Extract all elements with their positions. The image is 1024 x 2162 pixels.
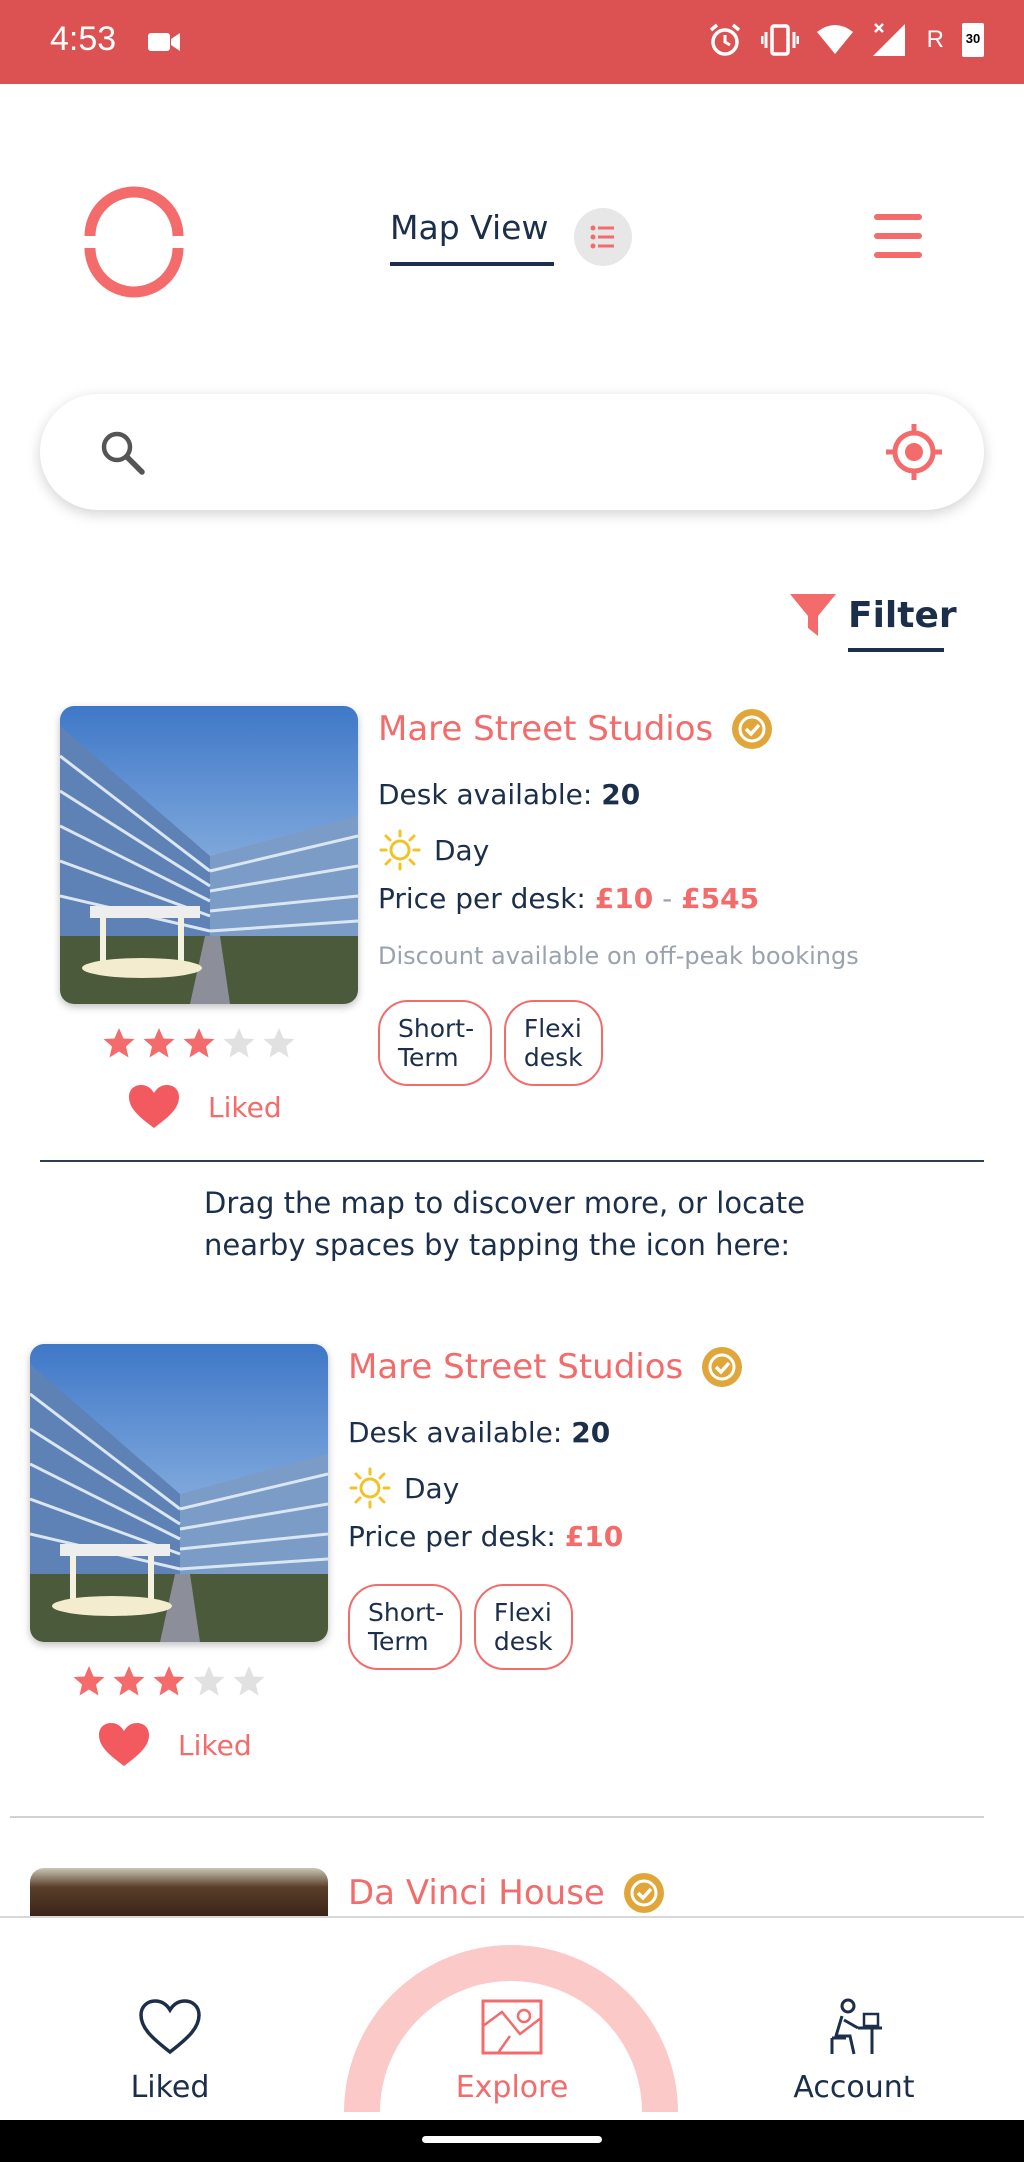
- listing-title[interactable]: Mare Street Studios: [378, 708, 773, 750]
- status-time: 4:53: [50, 20, 117, 58]
- star-icon: [113, 1666, 145, 1696]
- heart-outline-icon: [139, 1999, 201, 2055]
- signal-icon: [872, 23, 905, 56]
- nav-account[interactable]: Account: [754, 1998, 954, 2105]
- star-icon: [183, 1028, 215, 1058]
- star-icon: [143, 1028, 175, 1058]
- hamburger-menu-icon[interactable]: [874, 212, 924, 262]
- filter-underline: [848, 648, 944, 652]
- period-label: Day: [434, 833, 490, 867]
- sun-icon: [379, 829, 421, 871]
- price-row: Price per desk: £10: [348, 1520, 623, 1553]
- video-camera-icon: [148, 33, 180, 51]
- price-min: £10: [564, 1520, 624, 1553]
- list-view-toggle[interactable]: [574, 208, 632, 266]
- listing-photo[interactable]: [30, 1344, 328, 1642]
- desk-label: Desk available:: [348, 1416, 563, 1449]
- system-navigation-bar: [0, 2120, 1024, 2162]
- battery-level: 30: [965, 31, 981, 46]
- star-icon: [103, 1028, 135, 1058]
- desk-count: 20: [571, 1416, 611, 1449]
- discount-note: Discount available on off-peak bookings: [378, 942, 859, 970]
- tag-list: Short-Term Flexi desk: [348, 1584, 573, 1670]
- period-row: Day: [348, 1466, 459, 1510]
- tag-flexi-desk[interactable]: Flexi desk: [503, 1000, 603, 1086]
- search-icon[interactable]: [98, 428, 146, 476]
- status-bar: 4:53 R 30: [0, 0, 1024, 84]
- nav-account-label: Account: [793, 2070, 915, 2105]
- roaming-badge: R: [926, 26, 944, 53]
- listing-title[interactable]: Da Vinci House: [348, 1872, 665, 1914]
- heart-icon: [129, 1085, 179, 1128]
- star-icon: [223, 1028, 255, 1058]
- verified-badge-icon: [623, 1873, 664, 1913]
- bottom-navigation: Liked Explore Account: [0, 1916, 1024, 2120]
- verified-badge-icon: [732, 709, 773, 749]
- section-divider: [10, 1816, 984, 1818]
- price-row: Price per desk: £10 - £545: [378, 882, 759, 915]
- rating-stars: [72, 1664, 266, 1698]
- locate-icon[interactable]: [884, 422, 944, 482]
- home-gesture-handle[interactable]: [422, 2136, 602, 2143]
- search-input[interactable]: [170, 424, 870, 480]
- filter-button[interactable]: Filter: [790, 592, 957, 638]
- map-view-tab[interactable]: Map View: [390, 208, 548, 247]
- map-hint-text: Drag the map to discover more, or locate…: [204, 1186, 806, 1262]
- alarm-icon: [709, 23, 740, 56]
- rating-stars: [102, 1026, 296, 1060]
- map-view-underline: [390, 262, 554, 266]
- list-icon: [590, 225, 614, 249]
- star-icon: [263, 1028, 295, 1058]
- listing-photo[interactable]: [30, 1868, 328, 1916]
- sun-icon: [349, 1467, 391, 1509]
- price-max: £545: [681, 882, 760, 915]
- battery-icon: 30: [962, 23, 984, 57]
- desk-label: Desk available:: [378, 778, 593, 811]
- verified-badge-icon: [702, 1347, 743, 1387]
- star-icon: [73, 1666, 105, 1696]
- liked-toggle[interactable]: Liked: [128, 1084, 282, 1130]
- star-icon: [233, 1666, 265, 1696]
- listing-title-text: Mare Street Studios: [348, 1347, 684, 1387]
- nav-explore-label: Explore: [455, 2070, 569, 2105]
- vibrate-icon: [760, 24, 799, 56]
- desk-count: 20: [601, 778, 641, 811]
- nav-liked[interactable]: Liked: [70, 1998, 270, 2105]
- listing-title[interactable]: Mare Street Studios: [348, 1346, 743, 1388]
- listing-title-text: Mare Street Studios: [378, 709, 714, 749]
- listing-photo[interactable]: [60, 706, 358, 1004]
- system-icons: R 30: [707, 22, 984, 58]
- section-divider: [40, 1160, 984, 1162]
- logo-ring-icon[interactable]: [78, 186, 190, 298]
- tag-flexi-desk[interactable]: Flexi desk: [473, 1584, 573, 1670]
- filter-label: Filter: [848, 594, 957, 636]
- liked-toggle[interactable]: Liked: [98, 1722, 252, 1768]
- liked-label: Liked: [208, 1090, 282, 1124]
- wifi-icon: [816, 25, 853, 54]
- desk-available: Desk available: 20: [348, 1416, 610, 1449]
- desk-available: Desk available: 20: [378, 778, 640, 811]
- tag-list: Short-Term Flexi desk: [378, 1000, 603, 1086]
- nav-explore[interactable]: Explore: [412, 1998, 612, 2105]
- price-min: £10: [594, 882, 654, 915]
- nav-liked-label: Liked: [130, 2070, 210, 2105]
- funnel-icon: [790, 594, 836, 636]
- listing-title-text: Da Vinci House: [348, 1873, 605, 1913]
- price-label: Price per desk:: [378, 882, 586, 915]
- liked-label: Liked: [178, 1728, 252, 1762]
- search-bar: [40, 394, 984, 510]
- period-label: Day: [404, 1471, 460, 1505]
- star-icon: [193, 1666, 225, 1696]
- star-icon: [153, 1666, 185, 1696]
- tag-short-term[interactable]: Short-Term: [378, 1000, 492, 1086]
- period-row: Day: [378, 828, 489, 872]
- price-separator: -: [662, 882, 673, 915]
- price-label: Price per desk:: [348, 1520, 556, 1553]
- tag-short-term[interactable]: Short-Term: [348, 1584, 462, 1670]
- heart-icon: [99, 1723, 149, 1766]
- person-at-desk-icon: [830, 1998, 882, 2055]
- map-icon: [481, 1999, 543, 2055]
